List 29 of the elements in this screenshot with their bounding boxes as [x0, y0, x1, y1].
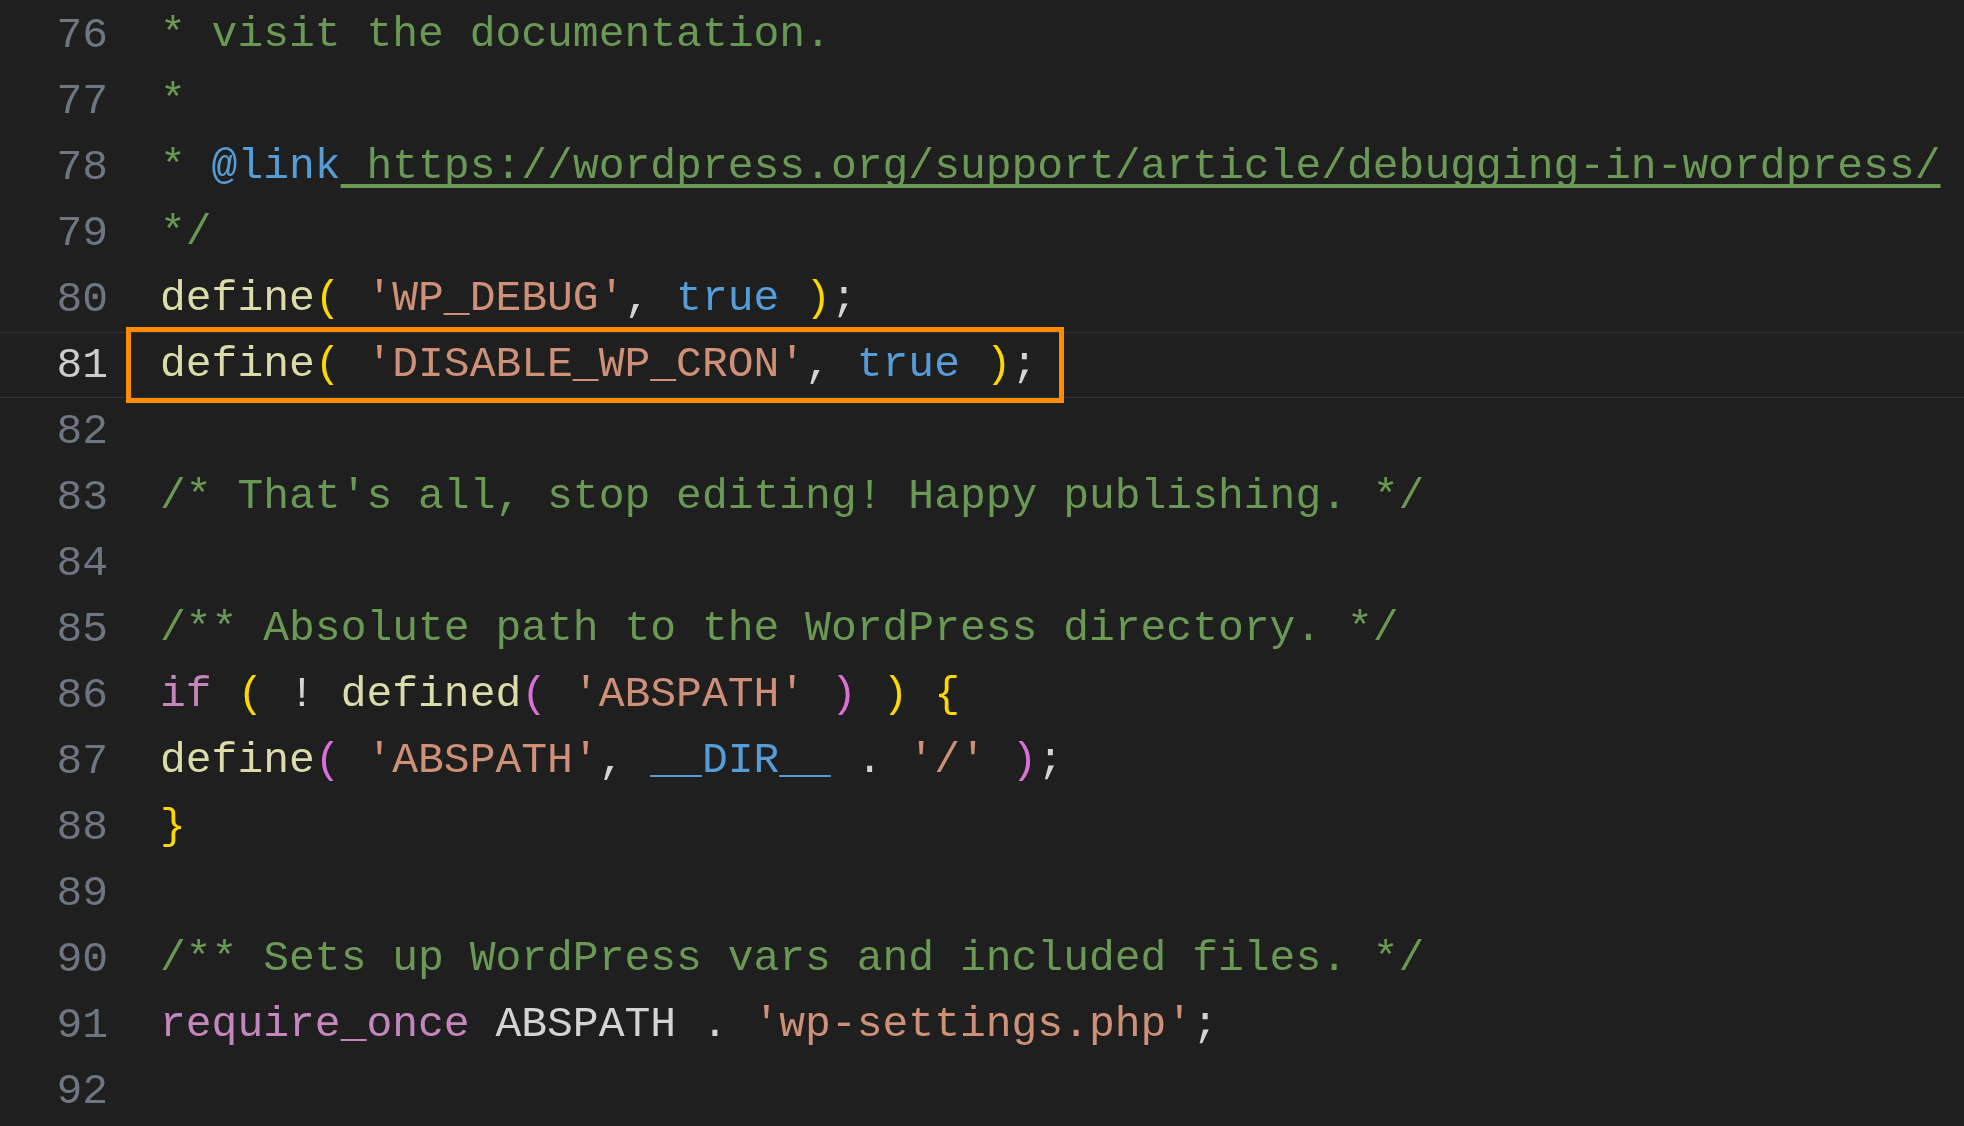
code-line: }	[160, 801, 186, 853]
line-number: 82	[55, 406, 108, 456]
code-line: require_once ABSPATH . 'wp-settings.php';	[160, 999, 1218, 1051]
line-number: 85	[55, 604, 108, 654]
line-number: 89	[55, 868, 108, 918]
line-number: 83	[55, 472, 108, 522]
line-number: 88	[55, 802, 108, 852]
line-number: 80	[55, 274, 108, 324]
code-line: /* That's all, stop editing! Happy publishing. */	[160, 471, 1425, 523]
line-number: 90	[55, 934, 108, 984]
line-number: 81	[55, 340, 108, 390]
code-line: define( 'WP_DEBUG', true );	[160, 273, 857, 325]
code-line: if ( ! defined( 'ABSPATH' ) ) {	[160, 669, 960, 721]
code-line: /** Absolute path to the WordPress directory. */	[160, 603, 1399, 655]
code-line: /** Sets up WordPress vars and included files. */	[160, 933, 1425, 985]
code-line: * @link https://wordpress.org/support/article/debugging-in-wordpress/	[160, 141, 1941, 193]
line-number: 86	[55, 670, 108, 720]
line-number: 84	[55, 538, 108, 588]
code-line: define( 'ABSPATH', __DIR__ . '/' );	[160, 735, 1064, 787]
line-number: 79	[55, 208, 108, 258]
code-line: * visit the documentation.	[160, 9, 831, 61]
line-number: 77	[55, 76, 108, 126]
line-number: 78	[55, 142, 108, 192]
line-number: 91	[55, 1000, 108, 1050]
code-line: */	[160, 207, 212, 259]
line-number: 76	[55, 10, 108, 60]
line-number: 87	[55, 736, 108, 786]
code-line: *	[160, 75, 186, 127]
line-number: 92	[55, 1066, 108, 1116]
